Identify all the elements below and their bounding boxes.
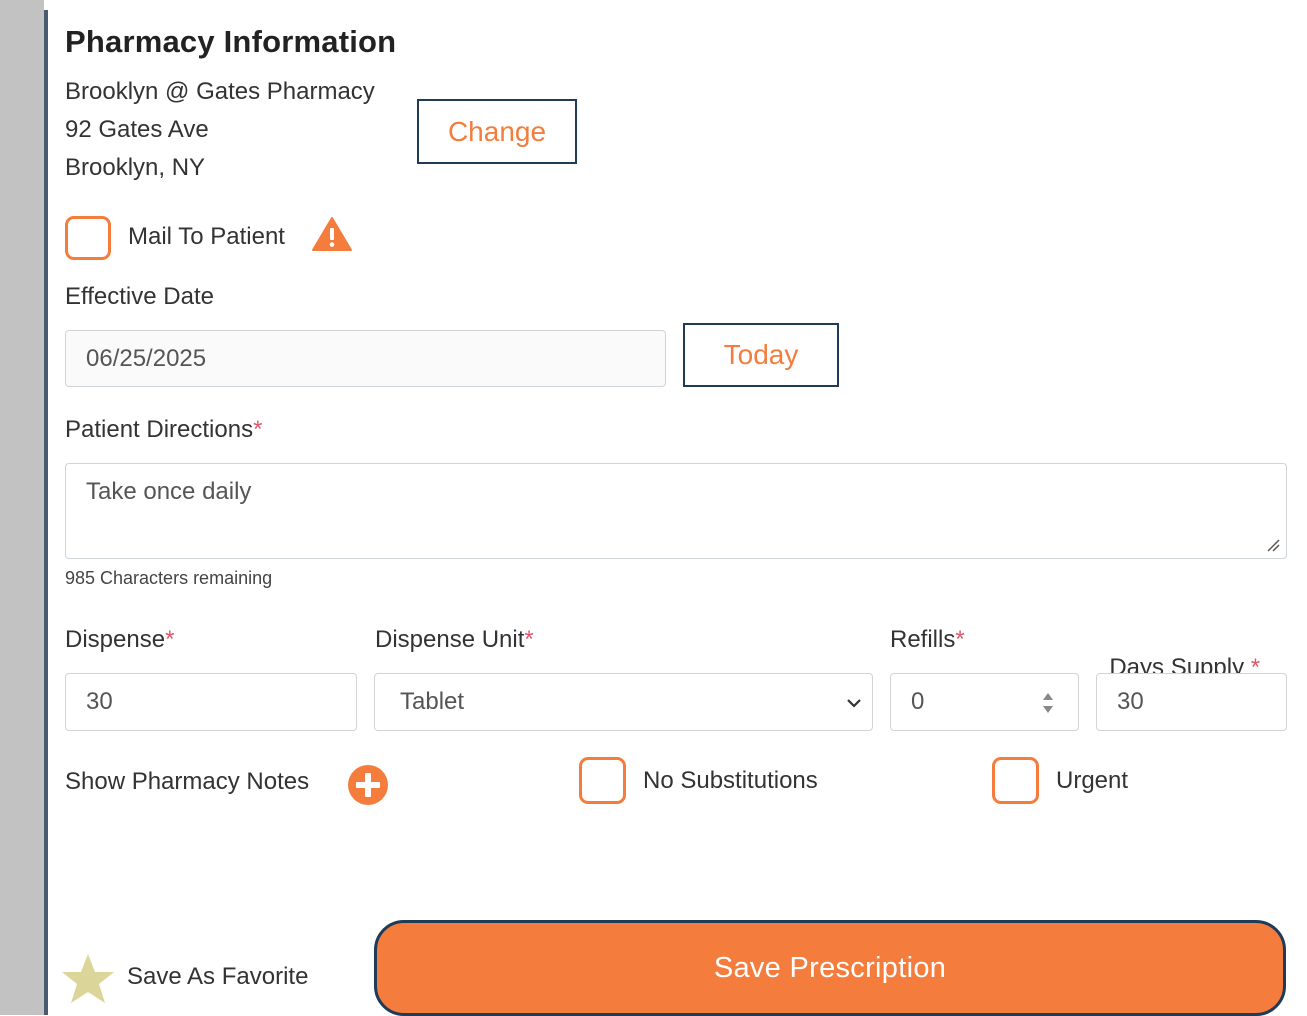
urgent-checkbox[interactable] — [992, 757, 1039, 804]
pharmacy-street: 92 Gates Ave — [65, 116, 209, 143]
dispense-unit-select[interactable]: Tablet — [374, 673, 873, 731]
days-supply-input[interactable]: 30 — [1096, 673, 1287, 731]
star-icon[interactable] — [60, 952, 116, 1006]
save-prescription-button[interactable]: Save Prescription — [374, 920, 1286, 1016]
effective-date-input[interactable]: 06/25/2025 — [65, 330, 666, 387]
pharmacy-city: Brooklyn, NY — [65, 154, 206, 181]
today-button[interactable]: Today — [683, 323, 839, 387]
required-asterisk: * — [253, 416, 263, 443]
required-asterisk: * — [955, 626, 965, 653]
patient-directions-label-text: Patient Directions — [65, 416, 254, 443]
required-asterisk: * — [524, 626, 534, 653]
refills-label: Refills* — [890, 626, 965, 654]
dispense-label: Dispense* — [65, 626, 174, 654]
refills-label-text: Refills — [890, 626, 956, 653]
show-pharmacy-notes-label[interactable]: Show Pharmacy Notes — [65, 768, 309, 796]
change-pharmacy-button[interactable]: Change — [417, 99, 577, 164]
dispense-unit-selected: Tablet — [400, 688, 465, 715]
required-asterisk: * — [165, 626, 175, 653]
dispense-label-text: Dispense — [65, 626, 166, 653]
characters-remaining: 985 Characters remaining — [65, 568, 273, 588]
warning-icon — [312, 217, 352, 251]
section-title: Pharmacy Information — [65, 24, 397, 59]
patient-directions-value: Take once daily — [86, 478, 252, 505]
effective-date-label: Effective Date — [65, 283, 214, 310]
mail-to-patient-label: Mail To Patient — [128, 223, 285, 250]
patient-directions-label: Patient Directions* — [65, 416, 262, 444]
dispense-unit-label: Dispense Unit* — [375, 626, 534, 654]
chevron-down-icon — [847, 699, 861, 708]
section-rail — [44, 10, 48, 1015]
no-substitutions-checkbox[interactable] — [579, 757, 626, 804]
plus-circle-icon[interactable] — [347, 764, 389, 806]
no-substitutions-label: No Substitutions — [643, 767, 818, 794]
pharmacy-name: Brooklyn @ Gates Pharmacy — [65, 78, 375, 105]
stepper-arrows-icon[interactable] — [1042, 690, 1054, 716]
urgent-label: Urgent — [1056, 767, 1129, 794]
resize-handle-icon[interactable] — [1266, 538, 1280, 552]
mail-to-patient-checkbox[interactable] — [65, 216, 111, 260]
refills-stepper[interactable]: 0 — [890, 673, 1079, 731]
refills-value: 0 — [911, 688, 925, 715]
patient-directions-textarea[interactable]: Take once daily — [65, 463, 1287, 559]
dispense-input[interactable]: 30 — [65, 673, 357, 731]
save-as-favorite-label[interactable]: Save As Favorite — [127, 963, 308, 991]
left-gutter — [0, 0, 44, 1015]
dispense-unit-label-text: Dispense Unit — [375, 626, 525, 653]
